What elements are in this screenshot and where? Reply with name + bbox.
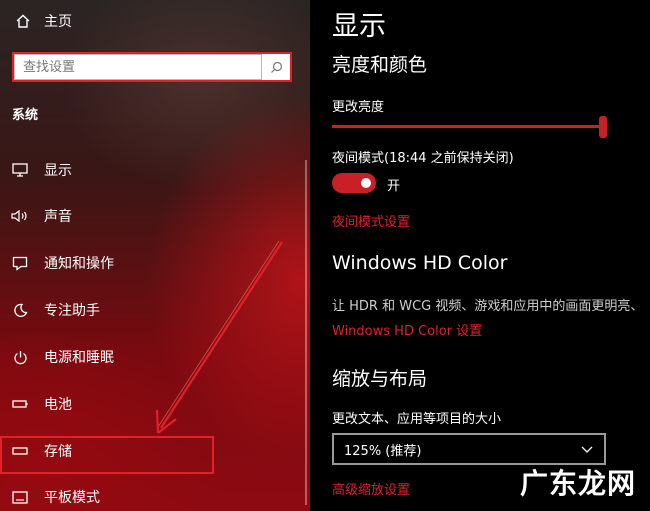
brightness-label: 更改亮度 (332, 100, 385, 115)
night-mode-settings-link[interactable]: 夜间模式设置 (332, 211, 410, 230)
scale-label: 更改文本、应用等项目的大小 (332, 412, 502, 427)
sidebar-item-tablet-mode[interactable]: 平板模式 (0, 477, 300, 511)
chevron-down-icon (580, 442, 594, 456)
scale-dropdown[interactable]: 125% (推荐) (332, 433, 606, 465)
sidebar-item-power-sleep[interactable]: 电源和睡眠 (0, 337, 300, 377)
sidebar-section-title: 系统 (12, 108, 39, 123)
brightness-slider-track[interactable] (332, 125, 604, 128)
moon-icon (10, 300, 30, 320)
brightness-slider-thumb[interactable] (599, 116, 607, 138)
home-icon (12, 10, 34, 32)
hdr-heading: Windows HD Color (332, 252, 508, 274)
hdr-settings-link[interactable]: Windows HD Color 设置 (332, 320, 482, 339)
storage-highlight-box (0, 436, 214, 474)
hdr-description: 让 HDR 和 WCG 视频、游戏和应用中的画面更明亮、 (332, 299, 644, 314)
display-settings-panel: 显示 亮度和颜色 更改亮度 夜间模式(18:44 之前保持关闭) 开 夜间模式设… (310, 0, 650, 511)
battery-icon (10, 394, 30, 414)
page-title: 显示 (332, 11, 386, 42)
sidebar-item-battery[interactable]: 电池 (0, 384, 300, 424)
night-mode-label: 夜间模式(18:44 之前保持关闭) (332, 151, 514, 166)
watermark-text: 广东龙网 (520, 467, 637, 500)
sidebar-item-label: 电源和睡眠 (44, 350, 114, 366)
night-mode-toggle-state: 开 (387, 179, 401, 194)
speaker-icon (10, 206, 30, 226)
sidebar-item-label: 显示 (44, 163, 72, 179)
sidebar-item-label: 平板模式 (44, 490, 100, 506)
home-label: 主页 (44, 14, 72, 30)
brightness-color-heading: 亮度和颜色 (332, 54, 428, 76)
advanced-scaling-link[interactable]: 高级缩放设置 (332, 479, 410, 498)
sidebar-item-label: 电池 (44, 397, 72, 413)
sidebar-item-display[interactable]: 显示 (0, 150, 300, 190)
sidebar-item-label: 声音 (44, 209, 72, 225)
message-icon (10, 253, 30, 273)
scale-dropdown-value: 125% (推荐) (344, 443, 422, 459)
sidebar-scrollbar[interactable] (305, 160, 307, 505)
settings-search-input[interactable] (14, 54, 262, 80)
toggle-knob (361, 178, 371, 188)
tablet-icon (10, 487, 30, 507)
scale-layout-heading: 缩放与布局 (332, 368, 428, 390)
sidebar-item-sound[interactable]: 声音 (0, 196, 300, 236)
monitor-icon (10, 160, 30, 180)
search-icon[interactable] (266, 57, 286, 77)
sidebar-item-label: 专注助手 (44, 303, 100, 319)
home-nav-item[interactable]: 主页 (12, 10, 72, 32)
sidebar-item-label: 通知和操作 (44, 256, 114, 272)
night-mode-toggle[interactable] (332, 173, 376, 193)
sidebar-item-notifications[interactable]: 通知和操作 (0, 243, 300, 283)
settings-sidebar: 主页 系统 显示 声音 通知和操作 专注助手 电源和睡眠 (0, 0, 310, 511)
power-icon (10, 347, 30, 367)
sidebar-item-focus-assist[interactable]: 专注助手 (0, 290, 300, 330)
settings-search-box (12, 52, 292, 82)
